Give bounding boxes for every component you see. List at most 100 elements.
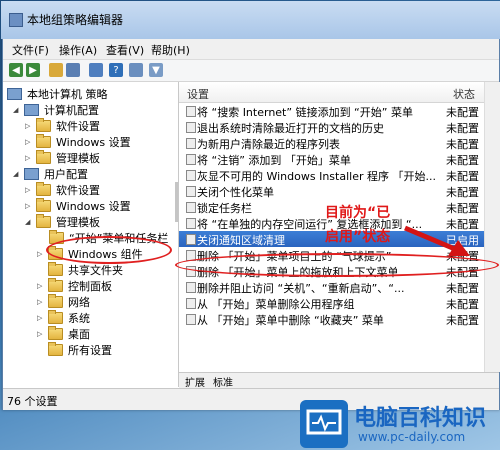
tree-item-control-panel[interactable]: ▷ 控制面板: [37, 278, 112, 294]
table-row[interactable]: 退出系统时清除最近打开的文档的历史 未配置: [179, 119, 499, 135]
setting-status: 未配置: [446, 106, 479, 119]
menu-help[interactable]: 帮助(H): [151, 42, 190, 58]
tree-item-all-settings[interactable]: 所有设置: [48, 342, 112, 358]
collapsed-triangle-icon[interactable]: ▷: [25, 186, 33, 194]
properties-icon[interactable]: [129, 63, 143, 77]
tree-item-label: Windows 设置: [56, 200, 131, 213]
help-icon[interactable]: ?: [109, 63, 123, 77]
setting-status: 未配置: [446, 282, 479, 295]
expanded-triangle-icon[interactable]: ◢: [13, 106, 21, 114]
tree-item-computer-config[interactable]: ◢ 计算机配置: [13, 102, 99, 118]
highlight-ellipse-row: [175, 253, 499, 277]
folder-icon: [48, 310, 63, 324]
annotation-text: 目前为“已 启用”状态: [325, 201, 390, 249]
filter-icon[interactable]: ▼: [149, 63, 163, 77]
table-row[interactable]: 从 「开始」菜单中删除 “收藏夹” 菜单 未配置: [179, 311, 499, 327]
menu-action[interactable]: 操作(A): [59, 42, 97, 58]
tree-scrollbar-thumb[interactable]: [175, 182, 178, 222]
menu-file[interactable]: 文件(F): [12, 42, 49, 58]
tree-item-label: 本地计算机 策略: [27, 88, 108, 101]
folder-icon: [48, 278, 63, 292]
policy-setting-icon: [186, 106, 196, 117]
collapsed-triangle-icon[interactable]: ▷: [25, 122, 33, 130]
policy-setting-icon: [186, 122, 196, 133]
forward-arrow-icon[interactable]: ▶: [26, 63, 40, 77]
list-header: 设置 状态: [179, 82, 499, 103]
tree-item-system[interactable]: ▷ 系统: [37, 310, 90, 326]
table-row[interactable]: 灰显不可用的 Windows Installer 程序 「开始... 未配置: [179, 167, 499, 183]
setting-status: 未配置: [446, 298, 479, 311]
show-tree-icon[interactable]: [66, 63, 80, 77]
tree-item-admin-templates[interactable]: ▷ 管理模板: [25, 150, 100, 166]
collapsed-triangle-icon[interactable]: ▷: [37, 250, 45, 258]
annotation-line1: 目前为“已: [325, 205, 391, 221]
collapsed-triangle-icon[interactable]: ▷: [25, 202, 33, 210]
tree-pane: 本地计算机 策略 ◢ 计算机配置 ▷ 软件设置 ▷ Windows 设置 ▷ 管…: [3, 82, 179, 387]
table-row[interactable]: 从 「开始」菜单删除公用程序组 未配置: [179, 295, 499, 311]
tab-extended[interactable]: 扩展: [185, 374, 205, 389]
collapsed-triangle-icon[interactable]: ▷: [37, 298, 45, 306]
setting-name: 删除并阻止访问 “关机”、“重新启动”、“...: [197, 282, 405, 295]
setting-name: 从 「开始」菜单删除公用程序组: [197, 298, 355, 311]
collapsed-triangle-icon[interactable]: ▷: [37, 330, 45, 338]
expanded-triangle-icon[interactable]: ◢: [13, 170, 21, 178]
tree-item-user-config[interactable]: ◢ 用户配置: [13, 166, 88, 182]
title-bar[interactable]: 本地组策略编辑器: [1, 1, 500, 39]
folder-icon: [36, 214, 51, 228]
tree-item-user-windows-settings[interactable]: ▷ Windows 设置: [25, 198, 131, 214]
menu-view[interactable]: 查看(V): [106, 42, 144, 58]
folder-icon: [36, 198, 51, 212]
collapsed-triangle-icon[interactable]: ▷: [25, 154, 33, 162]
tree-item-label: 软件设置: [56, 120, 100, 133]
export-icon[interactable]: [89, 63, 103, 77]
user-config-icon: [24, 168, 39, 180]
folder-icon: [36, 134, 51, 148]
tree-item-local-computer-policy[interactable]: 本地计算机 策略: [7, 86, 108, 102]
computer-icon: [24, 104, 39, 116]
back-arrow-icon[interactable]: ◀: [9, 63, 23, 77]
folder-icon: [36, 182, 51, 196]
setting-status: 未配置: [446, 154, 479, 167]
policy-setting-icon: [186, 234, 196, 245]
tree-item-label: 软件设置: [56, 184, 100, 197]
collapsed-triangle-icon[interactable]: ▷: [25, 138, 33, 146]
setting-name: 从 「开始」菜单中删除 “收藏夹” 菜单: [197, 314, 384, 327]
expanded-triangle-icon[interactable]: ◢: [25, 218, 33, 226]
table-row[interactable]: 将 “注销” 添加到 「开始」菜单 未配置: [179, 151, 499, 167]
column-header-setting[interactable]: 设置: [187, 86, 209, 102]
tree-item-shared-folders[interactable]: 共享文件夹: [48, 262, 123, 278]
table-row[interactable]: 关闭个性化菜单 未配置: [179, 183, 499, 199]
tree-item-user-software-settings[interactable]: ▷ 软件设置: [25, 182, 100, 198]
policy-setting-icon: [186, 218, 196, 229]
tree-item-network[interactable]: ▷ 网络: [37, 294, 90, 310]
up-folder-icon[interactable]: [49, 63, 63, 77]
menu-bar: 文件(F) 操作(A) 查看(V) 帮助(H): [3, 39, 499, 60]
annotation-line2: 启用”状态: [325, 229, 391, 245]
tree-item-windows-settings[interactable]: ▷ Windows 设置: [25, 134, 131, 150]
monitor-pulse-icon: [300, 400, 348, 448]
list-scrollbar[interactable]: [484, 82, 500, 372]
policy-setting-icon: [186, 186, 196, 197]
tree-item-desktop[interactable]: ▷ 桌面: [37, 326, 90, 342]
table-row[interactable]: 为新用户清除最近的程序列表 未配置: [179, 135, 499, 151]
collapsed-triangle-icon[interactable]: ▷: [37, 282, 45, 290]
group-policy-editor-window: 本地组策略编辑器 文件(F) 操作(A) 查看(V) 帮助(H) ◀ ▶ ? ▼…: [1, 1, 500, 410]
setting-name: 将 “搜索 Internet” 链接添加到 “开始” 菜单: [197, 106, 413, 119]
view-tabs: 扩展 标准: [179, 372, 499, 389]
table-row[interactable]: 将 “搜索 Internet” 链接添加到 “开始” 菜单 未配置: [179, 103, 499, 119]
folder-icon: [48, 294, 63, 308]
table-row[interactable]: 删除并阻止访问 “关机”、“重新启动”、“... 未配置: [179, 279, 499, 295]
tab-standard[interactable]: 标准: [213, 374, 233, 389]
setting-status: 未配置: [446, 138, 479, 151]
tree-item-software-settings[interactable]: ▷ 软件设置: [25, 118, 100, 134]
setting-name: 将 “在单独的内存空间运行” 复选框添加到 “...: [197, 218, 423, 231]
setting-name: 关闭通知区域清理: [197, 234, 285, 247]
setting-name: 锁定任务栏: [197, 202, 252, 215]
setting-status: 未配置: [446, 218, 479, 231]
tree-item-label: Windows 设置: [56, 136, 131, 149]
tree-item-label: 网络: [68, 296, 90, 309]
collapsed-triangle-icon[interactable]: ▷: [37, 314, 45, 322]
tree-item-user-admin-templates[interactable]: ◢ 管理模板: [25, 214, 100, 230]
status-text: 76 个设置: [7, 395, 58, 408]
column-header-status[interactable]: 状态: [453, 86, 475, 102]
